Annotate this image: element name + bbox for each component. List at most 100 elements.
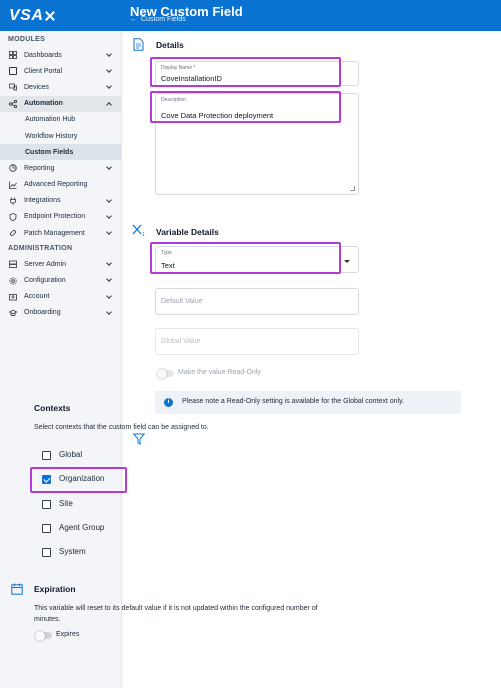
sidebar-item-server-admin[interactable]: Server Admin (0, 256, 121, 272)
sidebar-item-devices[interactable]: Devices (0, 79, 121, 95)
sidebar-item-label: Configuration (24, 277, 66, 285)
checkbox-system[interactable] (42, 548, 51, 557)
variable-icon: 1 (132, 224, 146, 242)
sidebar-item-label: Onboarding (24, 309, 61, 317)
patch-icon (9, 229, 17, 237)
chevron-down-icon (106, 196, 112, 203)
expiration-title: Expiration (34, 584, 76, 594)
chevron-down-icon (106, 276, 112, 283)
sidebar-item-dashboards[interactable]: Dashboards (0, 47, 121, 63)
sidebar-item-label: Endpoint Protection (24, 213, 86, 221)
document-icon (133, 38, 144, 56)
plug-icon (9, 197, 17, 205)
sidebar-item-automation[interactable]: Automation (0, 95, 121, 112)
sidebar-item-workflow-history[interactable]: Workflow History (0, 128, 121, 144)
chevron-down-icon (106, 308, 112, 315)
resize-handle-icon[interactable] (350, 186, 355, 191)
checkbox-site-label: Site (59, 499, 73, 508)
logo-text: VSA (9, 7, 44, 24)
chevron-down-icon (106, 292, 112, 299)
back-link-label: Custom Fields (141, 16, 186, 23)
onboarding-icon (8, 309, 18, 317)
global-value-placeholder: Global Value (161, 338, 201, 345)
chevron-down-icon (344, 260, 350, 263)
info-icon: i (164, 398, 173, 407)
default-value-placeholder: Default Value (161, 298, 203, 305)
sidebar-item-client-portal[interactable]: Client Portal (0, 63, 121, 79)
sidebar-item-label: Workflow History (25, 132, 78, 140)
gear-icon (9, 276, 17, 285)
sidebar-item-label: Devices (24, 83, 49, 91)
sidebar-item-label: Custom Fields (25, 148, 74, 156)
sidebar-item-label: Dashboards (24, 51, 62, 59)
top-bar: VSA New Custom Field ← Custom Fields (0, 0, 501, 31)
sidebar-item-label: Automation Hub (25, 116, 76, 124)
chevron-down-icon (106, 260, 112, 267)
sidebar-item-label: Reporting (24, 164, 55, 172)
modules-heading: MODULES (8, 36, 46, 43)
server-icon (9, 260, 17, 269)
account-icon (9, 293, 17, 301)
organization-highlight (30, 467, 127, 493)
sidebar-item-label: Client Portal (24, 67, 63, 75)
default-value-field[interactable]: Default Value (155, 288, 359, 315)
checkbox-global-label: Global (59, 450, 83, 459)
chevron-up-icon (106, 101, 112, 108)
sidebar-item-configuration[interactable]: Configuration (0, 272, 121, 288)
sidebar-item-reporting[interactable]: Reporting (0, 160, 121, 176)
chart-icon (9, 181, 17, 189)
chevron-down-icon (106, 67, 112, 74)
arrow-left-icon: ← (130, 16, 137, 23)
description-highlight (150, 91, 341, 123)
global-value-field[interactable]: Global Value (155, 328, 359, 355)
sidebar-item-custom-fields[interactable]: Custom Fields (0, 144, 121, 161)
chevron-down-icon (106, 83, 112, 90)
expiration-description: This variable will reset to its default … (34, 605, 318, 623)
chevron-down-icon (106, 164, 112, 171)
sidebar-item-label: Integrations (24, 197, 61, 205)
automation-icon (8, 99, 18, 108)
back-link[interactable]: ← Custom Fields (130, 16, 186, 23)
checkbox-agent-group[interactable] (42, 524, 51, 533)
variable-details-title: Variable Details (156, 227, 219, 237)
readonly-toggle-label: Make the value Read-Only (178, 369, 261, 376)
checkbox-site[interactable] (42, 500, 51, 509)
main-content: Details Display Name * CoveInstallationI… (122, 31, 501, 688)
sidebar-item-onboarding[interactable]: Onboarding (0, 305, 121, 321)
shield-icon (9, 213, 17, 221)
readonly-toggle[interactable] (157, 368, 174, 379)
sidebar-item-account[interactable]: Account (0, 289, 121, 305)
sidebar-item-patch-management[interactable]: Patch Management (0, 225, 121, 241)
details-title: Details (156, 40, 184, 50)
checkbox-global[interactable] (42, 451, 51, 460)
sidebar-item-label: Advanced Reporting (24, 181, 88, 189)
chevron-down-icon (106, 229, 112, 235)
contexts-subtitle: Select contexts that the custom field ca… (34, 424, 209, 431)
sidebar-item-label: Account (24, 293, 50, 301)
expires-toggle[interactable] (35, 630, 52, 641)
sidebar-item-label: Automation (24, 100, 63, 108)
display-name-highlight (150, 57, 341, 87)
checkbox-agent-group-label: Agent Group (59, 523, 105, 532)
readonly-info-text: Please note a Read-Only setting is avail… (182, 398, 405, 405)
sidebar-item-advanced-reporting[interactable]: Advanced Reporting (0, 177, 121, 193)
readonly-info-box: i Please note a Read-Only setting is ava… (155, 391, 461, 414)
sidebar-item-label: Patch Management (24, 229, 85, 237)
sidebar-item-label: Server Admin (24, 260, 67, 268)
logo-x-icon (45, 11, 55, 21)
type-highlight (150, 242, 341, 274)
vsa-logo[interactable]: VSA (9, 7, 55, 25)
calendar-icon (11, 582, 23, 600)
portal-icon (9, 67, 17, 76)
dashboard-icon (9, 51, 17, 59)
expires-toggle-label: Expires (56, 631, 80, 638)
reporting-icon (9, 164, 17, 173)
svg-text:1: 1 (142, 232, 145, 237)
sidebar-item-endpoint-protection[interactable]: Endpoint Protection (0, 209, 121, 225)
chevron-down-icon (106, 213, 112, 219)
checkbox-system-label: System (59, 547, 86, 556)
sidebar-item-automation-hub[interactable]: Automation Hub (0, 112, 121, 128)
devices-icon (9, 83, 17, 91)
sidebar-item-integrations[interactable]: Integrations (0, 193, 121, 209)
contexts-title: Contexts (34, 403, 71, 413)
